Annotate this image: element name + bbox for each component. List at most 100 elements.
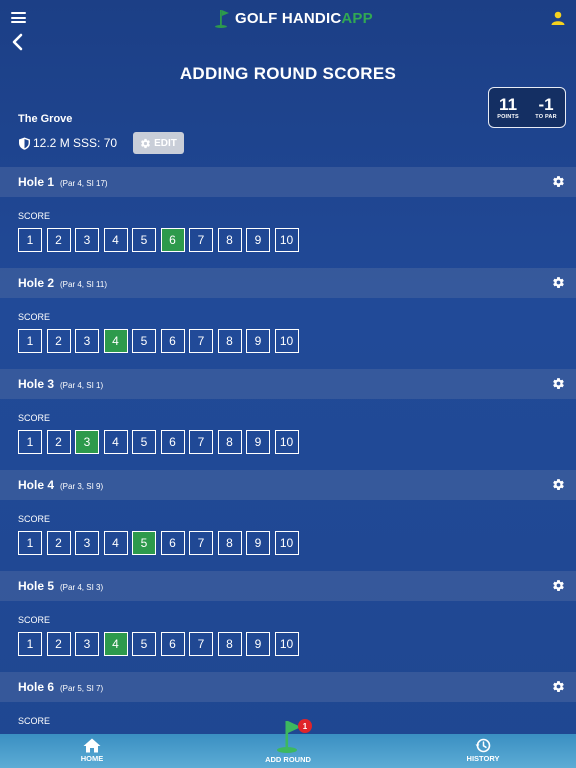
app-logo: GOLF HANDICAPP: [214, 8, 373, 28]
hole-header: Hole 1 (Par 4, SI 17): [0, 167, 576, 197]
score-option-button[interactable]: 7: [189, 228, 213, 252]
score-option-button[interactable]: 2: [46, 632, 71, 656]
score-option-button[interactable]: 4: [103, 632, 128, 656]
score-selector: 1 2 3 4 5 6 7 8 9 10: [18, 329, 299, 353]
gear-icon[interactable]: [552, 478, 565, 491]
score-label: SCORE: [18, 312, 51, 322]
score-option-button[interactable]: 2: [46, 430, 71, 454]
score-option-button[interactable]: 8: [217, 632, 242, 656]
score-summary: 11 POINTS -1 TO PAR: [488, 87, 566, 128]
nav-add-round-label[interactable]: ADD ROUND: [248, 755, 328, 764]
score-selector: 1 2 3 4 5 6 7 8 9 10: [18, 531, 299, 555]
nav-history[interactable]: HISTORY: [443, 738, 523, 763]
score-option-button[interactable]: 3: [75, 228, 99, 252]
gear-icon[interactable]: [552, 579, 565, 592]
score-option-button[interactable]: 10: [274, 430, 299, 454]
score-option-button[interactable]: 8: [217, 430, 242, 454]
score-option-button[interactable]: 8: [217, 329, 242, 353]
hole-header: Hole 4 (Par 3, SI 9): [0, 470, 576, 500]
hole-name: Hole 4: [18, 478, 55, 492]
score-label: SCORE: [18, 211, 51, 221]
score-option-button[interactable]: 3: [75, 329, 99, 353]
score-selector: 1 2 3 4 5 6 7 8 9 10: [18, 632, 299, 656]
score-option-button[interactable]: 1: [18, 329, 42, 353]
score-option-button[interactable]: 9: [246, 531, 270, 555]
hole-title: Hole 1 (Par 4, SI 17): [18, 175, 108, 189]
edit-course-button[interactable]: EDIT: [133, 132, 184, 154]
score-option-button[interactable]: 1: [18, 228, 42, 252]
hole-header: Hole 2 (Par 4, SI 11): [0, 268, 576, 298]
score-option-button[interactable]: 10: [274, 632, 299, 656]
score-option-button[interactable]: 7: [189, 430, 213, 454]
score-option-button[interactable]: 9: [246, 632, 270, 656]
to-par-value: -1: [538, 94, 554, 114]
score-option-button[interactable]: 10: [274, 329, 299, 353]
score-option-button[interactable]: 1: [18, 531, 42, 555]
score-option-button[interactable]: 1: [18, 632, 42, 656]
hole-par-si: (Par 4, SI 3): [60, 583, 104, 592]
score-option-button[interactable]: 8: [217, 531, 242, 555]
nav-history-label: HISTORY: [466, 754, 500, 763]
score-option-button[interactable]: 2: [46, 329, 71, 353]
hole-par-si: (Par 3, SI 9): [60, 482, 104, 491]
hole-header: Hole 3 (Par 4, SI 1): [0, 369, 576, 399]
score-option-button[interactable]: 6: [160, 430, 185, 454]
score-option-button[interactable]: 10: [274, 531, 299, 555]
back-icon[interactable]: [10, 33, 24, 51]
points-stat: 11 POINTS: [497, 96, 519, 121]
score-option-button[interactable]: 5: [132, 329, 156, 353]
score-option-button[interactable]: 5: [132, 531, 156, 555]
score-option-button[interactable]: 5: [132, 430, 156, 454]
score-option-button[interactable]: 1: [18, 430, 42, 454]
gear-icon[interactable]: [552, 175, 565, 188]
score-option-button[interactable]: 9: [246, 430, 270, 454]
top-bar: GOLF HANDICAPP: [0, 0, 576, 36]
hole-title: Hole 6 (Par 5, SI 7): [18, 680, 103, 694]
score-option-button[interactable]: 5: [132, 632, 156, 656]
menu-icon[interactable]: [11, 12, 26, 23]
score-option-button[interactable]: 3: [75, 531, 99, 555]
gear-icon[interactable]: [552, 680, 565, 693]
history-icon: [475, 738, 491, 753]
hole-title: Hole 4 (Par 3, SI 9): [18, 478, 103, 492]
score-option-button[interactable]: 6: [160, 228, 185, 252]
hole-header: Hole 6 (Par 5, SI 7): [0, 672, 576, 702]
logo-accent: APP: [341, 9, 373, 27]
score-option-button[interactable]: 10: [274, 228, 299, 252]
score-option-button[interactable]: 9: [246, 329, 270, 353]
score-option-button[interactable]: 7: [189, 632, 213, 656]
hole-header: Hole 5 (Par 4, SI 3): [0, 571, 576, 601]
gear-icon[interactable]: [552, 276, 565, 289]
course-name: The Grove: [18, 113, 73, 125]
score-option-button[interactable]: 4: [103, 329, 128, 353]
score-option-button[interactable]: 2: [46, 531, 71, 555]
points-label: POINTS: [497, 113, 519, 120]
score-option-button[interactable]: 6: [160, 329, 185, 353]
score-option-button[interactable]: 7: [189, 329, 213, 353]
course-info: 12.2 M SSS: 70: [18, 135, 117, 151]
hole-par-si: (Par 5, SI 7): [60, 684, 104, 693]
score-option-button[interactable]: 8: [217, 228, 242, 252]
score-option-button[interactable]: 4: [103, 531, 128, 555]
user-icon[interactable]: [551, 11, 565, 25]
score-option-button[interactable]: 3: [75, 632, 99, 656]
hole-par-si: (Par 4, SI 17): [60, 179, 108, 188]
score-option-button[interactable]: 5: [132, 228, 156, 252]
score-label: SCORE: [18, 615, 51, 625]
score-option-button[interactable]: 9: [246, 228, 270, 252]
edit-label: EDIT: [154, 137, 177, 149]
hole-title: Hole 5 (Par 4, SI 3): [18, 579, 103, 593]
nav-home[interactable]: HOME: [52, 738, 132, 763]
points-value: 11: [499, 94, 518, 114]
score-option-button[interactable]: 3: [75, 430, 99, 454]
course-details: 12.2 M SSS: 70: [33, 136, 118, 150]
score-option-button[interactable]: 6: [160, 632, 185, 656]
to-par-stat: -1 TO PAR: [535, 96, 556, 121]
score-option-button[interactable]: 2: [46, 228, 71, 252]
score-option-button[interactable]: 7: [189, 531, 213, 555]
score-option-button[interactable]: 6: [160, 531, 185, 555]
score-option-button[interactable]: 4: [103, 228, 128, 252]
score-option-button[interactable]: 4: [103, 430, 128, 454]
home-icon: [83, 738, 101, 753]
gear-icon[interactable]: [552, 377, 565, 390]
